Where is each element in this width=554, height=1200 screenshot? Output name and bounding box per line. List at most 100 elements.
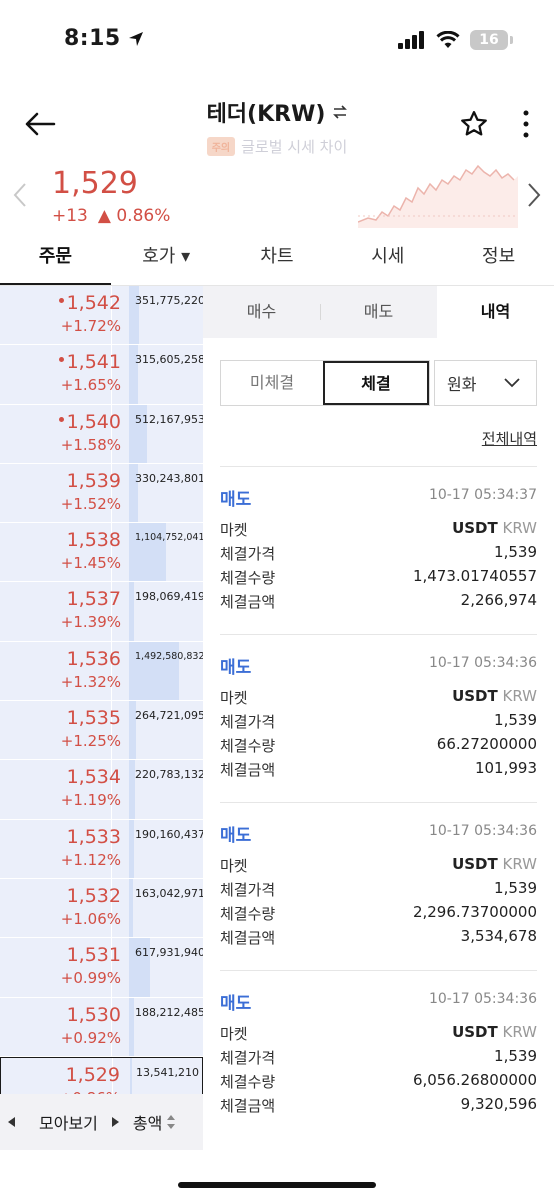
- orderbook-row-current[interactable]: 1,529+0.86%13,541,210: [0, 1056, 203, 1094]
- warning-badge: 주의: [206, 137, 236, 156]
- trade-market-row: 마켓 USDT KRW: [220, 519, 537, 540]
- ask-price-value: 1,534: [66, 766, 121, 789]
- header: 테더(KRW) 주의 글로벌 시세 차이: [0, 86, 554, 162]
- ask-volume: 512,167,953: [135, 412, 203, 426]
- tab-sell[interactable]: 매도: [320, 286, 437, 338]
- coin-name: 테더(KRW): [206, 102, 326, 127]
- main-tabs: 주문 호가 ▾ 차트 시세 정보: [0, 236, 554, 286]
- trade-market-row: 마켓 USDT KRW: [220, 687, 537, 708]
- orderbook-row[interactable]: 1,540 +1.58% 512,167,953: [0, 404, 203, 464]
- ask-price: 1,534: [67, 766, 121, 788]
- tab-order[interactable]: 주문: [0, 236, 111, 286]
- orderbook-row[interactable]: 1,530 +0.92% 188,212,485: [0, 997, 203, 1057]
- qty-value: 66.27200000: [436, 735, 537, 753]
- trade-time: 10-17 05:34:36: [428, 823, 537, 839]
- tab-buy[interactable]: 매수: [203, 286, 320, 338]
- ask-change-pct: +1.39%: [60, 613, 121, 632]
- ask-price: 1,538: [67, 529, 121, 551]
- ask-price-value: 1,539: [66, 469, 121, 492]
- orderbook-row[interactable]: 1,537 +1.39% 198,069,419: [0, 582, 203, 642]
- ask-change-pct: +0.92%: [60, 1028, 121, 1047]
- market-value: USDT KRW: [452, 1023, 537, 1041]
- home-indicator[interactable]: [178, 1182, 376, 1188]
- tab-info[interactable]: 정보: [443, 236, 554, 286]
- orderbook-row[interactable]: 1,531 +0.99% 617,931,940: [0, 938, 203, 998]
- ask-price: 1,533: [67, 826, 121, 848]
- ask-change-pct: +1.52%: [60, 494, 121, 513]
- tab-history[interactable]: 내역: [437, 286, 554, 338]
- ask-change-pct: +1.72%: [60, 317, 121, 335]
- trade-time: 10-17 05:34:36: [428, 991, 537, 1007]
- prev-coin-button[interactable]: [12, 182, 28, 212]
- trade-item[interactable]: 매도 10-17 05:34:37 마켓 USDT KRW 체결가격 1,539 체결수량 1…: [220, 466, 537, 634]
- trade-type: 매도: [220, 490, 252, 510]
- trade-item[interactable]: 매도 10-17 05:34:36 마켓 USDT KRW 체결가격 1,539 체결수량 6…: [220, 970, 537, 1138]
- ask-change-pct: +1.45%: [60, 554, 121, 573]
- orderbook-row[interactable]: 1,532 +1.06% 163,042,971: [0, 878, 203, 939]
- ask-volume: 617,931,940: [135, 946, 203, 960]
- amount-value: 3,534,678: [460, 927, 537, 945]
- triangle-right-icon[interactable]: [111, 1117, 119, 1127]
- next-coin-button[interactable]: [526, 182, 542, 212]
- ask-price-value: 1,535: [66, 707, 121, 730]
- favorite-button[interactable]: [456, 106, 492, 142]
- orderbook-controls: 모아보기 총액: [0, 1094, 203, 1150]
- orderbook-row[interactable]: 1,533 +1.12% 190,160,437: [0, 819, 203, 879]
- filled-button[interactable]: 체결: [323, 361, 429, 405]
- tab-market-price[interactable]: 시세: [332, 236, 443, 286]
- trade-market-row: 마켓 USDT KRW: [220, 1023, 537, 1044]
- all-history-link[interactable]: 전체내역: [482, 428, 537, 449]
- qty-value: 2,296.73700000: [412, 903, 537, 921]
- ask-volume: 351,775,220: [135, 294, 203, 307]
- sort-total-button[interactable]: 총액: [133, 1110, 176, 1134]
- ask-volume: 163,042,971: [135, 886, 203, 900]
- coin-title[interactable]: 테더(KRW): [207, 96, 348, 128]
- orderbook-row[interactable]: 1,535 +1.25% 264,721,095: [0, 701, 203, 761]
- mini-price-chart: [358, 164, 518, 228]
- trade-time: 10-17 05:34:37: [428, 487, 537, 503]
- trade-panel: 매수 매도 내역 미체결 체결 원화 전체내역 매도 10-17 05:34:37…: [203, 286, 554, 1150]
- ask-volume: 13,541,210: [136, 1065, 199, 1079]
- ask-price-value: 1,537: [66, 588, 121, 611]
- ask-price: 1,529: [66, 1064, 120, 1086]
- trade-qty-row: 체결수량 1,473.01740557: [220, 567, 537, 588]
- trade-price-row: 체결가격 1,539: [220, 1047, 537, 1068]
- ask-price: 1,531: [67, 944, 121, 966]
- orderbook-row[interactable]: 1,541 +1.65% 315,605,258: [0, 345, 203, 405]
- ask-change-pct: +1.06%: [60, 909, 121, 928]
- tab-orderbook[interactable]: 호가 ▾: [111, 236, 222, 286]
- market-value: USDT KRW: [452, 855, 537, 873]
- orderbook-row[interactable]: 1,534 +1.19% 220,783,132: [0, 760, 203, 820]
- trade-item[interactable]: 매도 10-17 05:34:36 마켓 USDT KRW 체결가격 1,539 체결수량 6…: [220, 634, 537, 802]
- amount-value: 9,320,596: [460, 1095, 537, 1113]
- orderbook: 1,542 +1.72% 351,775,220 1,541 +1.65% 315,605…: [0, 286, 203, 1094]
- my-order-dot: [58, 357, 64, 363]
- qty-label: 체결수량: [220, 569, 276, 587]
- amount-value: 101,993: [474, 759, 537, 777]
- ask-price-value: 1,530: [66, 1003, 121, 1026]
- orderbook-row[interactable]: 1,536 +1.32% 1,492,580,832: [0, 641, 203, 702]
- ask-price-value: 1,542: [66, 292, 121, 314]
- orderbook-row[interactable]: 1,538 +1.45% 1,104,752,041: [0, 523, 203, 583]
- trade-price-row: 체결가격 1,539: [220, 879, 537, 900]
- ask-volume: 264,721,095: [135, 709, 203, 723]
- swap-icon: [333, 105, 348, 119]
- location-arrow-icon: [128, 31, 143, 46]
- ask-volume: 198,069,419: [135, 590, 203, 604]
- currency-select[interactable]: 원화: [434, 360, 537, 406]
- history-filter: 미체결 체결 원화: [220, 360, 537, 406]
- orderbook-row[interactable]: 1,542 +1.72% 351,775,220: [0, 286, 203, 346]
- orderbook-row[interactable]: 1,539 +1.52% 330,243,801: [0, 463, 203, 524]
- tab-chart[interactable]: 차트: [222, 236, 333, 286]
- more-button[interactable]: [514, 106, 538, 142]
- trade-item[interactable]: 매도 10-17 05:34:36 마켓 USDT KRW 체결가격 1,539 체결수량 2…: [220, 802, 537, 970]
- trade-amount-row: 체결금액 9,320,596: [220, 1095, 537, 1116]
- ask-volume: 1,492,580,832: [135, 650, 203, 662]
- price-label: 체결가격: [220, 713, 276, 731]
- triangle-left-icon[interactable]: [8, 1117, 15, 1127]
- group-view-button[interactable]: 모아보기: [39, 1110, 98, 1134]
- pending-button[interactable]: 미체결: [221, 361, 323, 405]
- trade-list: 매도 10-17 05:34:37 마켓 USDT KRW 체결가격 1,539 체결수량 1…: [220, 466, 537, 1138]
- amount-value: 2,266,974: [460, 591, 537, 609]
- trade-sub-tabs: 매수 매도 내역: [203, 286, 554, 338]
